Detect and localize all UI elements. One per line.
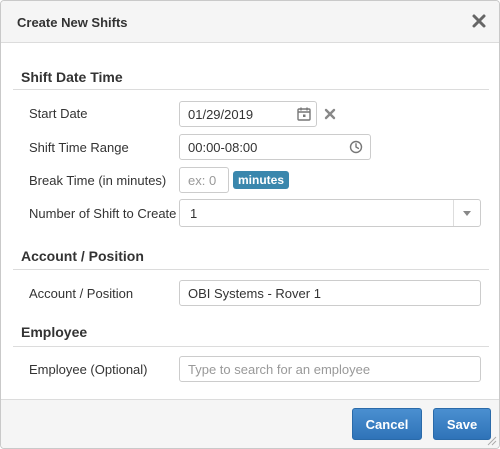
section-title-shift-date-time: Shift Date Time (21, 69, 123, 85)
start-date-label: Start Date (29, 106, 88, 121)
number-of-shifts-value: 1 (190, 206, 198, 221)
employee-search-input[interactable] (179, 356, 481, 382)
break-time-label: Break Time (in minutes) (29, 173, 167, 188)
dialog-footer: Cancel Save (1, 399, 499, 448)
section-divider (13, 269, 489, 270)
save-button[interactable]: Save (433, 408, 491, 440)
dialog-header: Create New Shifts (1, 1, 499, 43)
clear-icon[interactable] (323, 107, 337, 121)
employee-label: Employee (Optional) (29, 362, 148, 377)
section-title-account-position: Account / Position (21, 248, 144, 264)
account-position-input[interactable] (179, 280, 481, 306)
resize-grip-icon[interactable] (487, 436, 497, 446)
section-title-employee: Employee (21, 324, 88, 340)
number-of-shifts-label: Number of Shift to Create (29, 206, 177, 221)
select-separator (453, 200, 454, 226)
number-of-shifts-select[interactable]: 1 (179, 199, 481, 227)
section-divider (13, 89, 489, 90)
shift-time-range-input[interactable] (179, 134, 371, 160)
break-time-input[interactable] (179, 167, 229, 193)
create-shifts-dialog: Create New Shifts Shift Date Time Start … (0, 0, 500, 449)
dialog-title: Create New Shifts (17, 15, 128, 30)
account-position-label: Account / Position (29, 286, 134, 301)
cancel-button[interactable]: Cancel (352, 408, 422, 440)
calendar-icon[interactable] (297, 107, 311, 121)
chevron-down-icon[interactable] (463, 211, 471, 216)
close-icon[interactable] (471, 13, 487, 29)
section-divider (13, 346, 489, 347)
shift-time-range-label: Shift Time Range (29, 140, 129, 155)
clock-icon[interactable] (349, 140, 363, 154)
minutes-unit-badge: minutes (233, 171, 290, 189)
